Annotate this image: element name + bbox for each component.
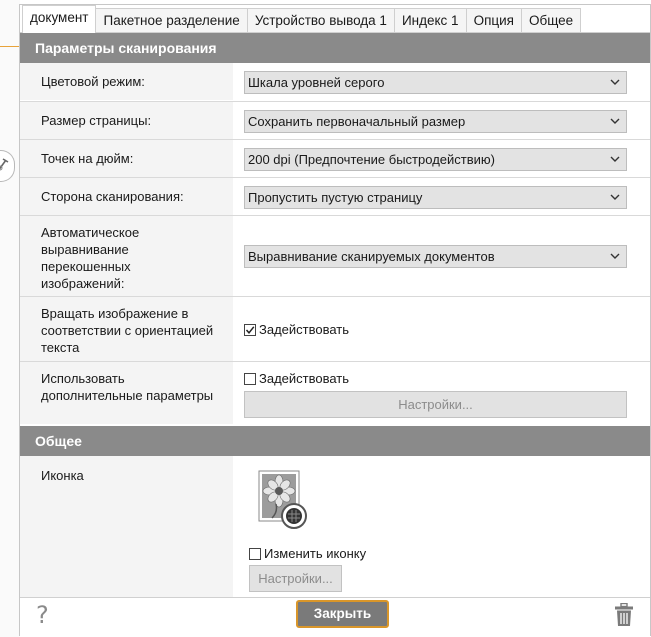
- color-mode-row: Цветовой режим: Шкала уровней серого: [20, 63, 650, 100]
- help-icon[interactable]: ?: [36, 601, 49, 629]
- icon-label: Иконка: [20, 456, 233, 597]
- checkbox-unchecked-icon: [244, 372, 256, 385]
- chevron-down-icon: [610, 118, 620, 124]
- deskew-value: Выравнивание сканируемых документов: [248, 249, 495, 264]
- rotate-enable-label: Задействовать: [259, 322, 350, 337]
- color-mode-select[interactable]: Шкала уровней серого: [244, 71, 627, 94]
- rotate-label: Вращать изображение в соответствии с ори…: [20, 297, 233, 361]
- page-size-select[interactable]: Сохранить первоначальный размер: [244, 110, 627, 133]
- background-window: [0, 0, 20, 637]
- page-size-row: Размер страницы: Сохранить первоначальны…: [20, 102, 650, 139]
- dialog-footer: ? Закрыть: [20, 597, 650, 636]
- rotate-enable-checkbox[interactable]: Задействовать: [244, 322, 349, 337]
- tab-document[interactable]: документ: [22, 5, 97, 33]
- advanced-enable-label: Задействовать: [259, 371, 350, 386]
- rotate-row: Вращать изображение в соответствии с ори…: [20, 297, 650, 361]
- dpi-value: 200 dpi (Предпочтение быстродействию): [248, 152, 495, 167]
- page-size-value: Сохранить первоначальный размер: [248, 114, 466, 129]
- document-settings-dialog: документ Пакетное разделение Устройство …: [19, 4, 651, 636]
- advanced-row: Использовать дополнительные параметры За…: [20, 362, 650, 424]
- change-icon-checkbox[interactable]: Изменить иконку: [249, 546, 366, 561]
- scan-settings-header: Параметры сканирования: [20, 33, 650, 63]
- chevron-down-icon: [610, 253, 620, 259]
- chevron-down-icon: [610, 194, 620, 200]
- color-mode-label: Цветовой режим:: [20, 63, 233, 100]
- deskew-select[interactable]: Выравнивание сканируемых документов: [244, 245, 627, 268]
- background-window-divider: [0, 46, 20, 47]
- scan-side-label: Сторона сканирования:: [20, 178, 233, 215]
- deskew-row: Автоматическое выравнивание перекошенных…: [20, 216, 650, 296]
- chevron-down-icon: [610, 156, 620, 162]
- advanced-label: Использовать дополнительные параметры: [20, 362, 233, 424]
- color-mode-value: Шкала уровней серого: [248, 75, 385, 90]
- checkbox-checked-icon: [244, 323, 256, 336]
- trash-icon[interactable]: [614, 602, 634, 630]
- scan-side-select[interactable]: Пропустить пустую страницу: [244, 186, 627, 209]
- advanced-enable-checkbox[interactable]: Задействовать: [244, 371, 349, 386]
- dpi-row: Точек на дюйм: 200 dpi (Предпочтение быс…: [20, 140, 650, 177]
- tab-output-device-1[interactable]: Устройство вывода 1: [246, 8, 395, 32]
- close-button[interactable]: Закрыть: [296, 600, 389, 628]
- icon-row: Иконка Изменить иконку Настройки...: [20, 456, 650, 597]
- dpi-label: Точек на дюйм:: [20, 140, 233, 177]
- tab-index-1[interactable]: Индекс 1: [393, 8, 467, 32]
- general-header: Общее: [20, 426, 650, 456]
- change-icon-label: Изменить иконку: [264, 546, 367, 561]
- checkbox-unchecked-icon: [249, 547, 261, 560]
- dpi-select[interactable]: 200 dpi (Предпочтение быстродействию): [244, 148, 627, 171]
- advanced-settings-button[interactable]: Настройки...: [244, 391, 627, 418]
- chevron-down-icon: [610, 79, 620, 85]
- page-size-label: Размер страницы:: [20, 102, 233, 139]
- scan-side-value: Пропустить пустую страницу: [248, 190, 423, 205]
- icon-settings-button[interactable]: Настройки...: [249, 565, 342, 592]
- tab-general[interactable]: Общее: [520, 8, 582, 32]
- tab-option[interactable]: Опция: [465, 8, 522, 32]
- tab-bar: документ Пакетное разделение Устройство …: [22, 5, 582, 33]
- tab-batch-separation[interactable]: Пакетное разделение: [95, 8, 248, 32]
- deskew-label: Автоматическое выравнивание перекошенных…: [20, 216, 233, 296]
- flower-document-icon: [258, 470, 314, 532]
- scan-side-row: Сторона сканирования: Пропустить пустую …: [20, 178, 650, 215]
